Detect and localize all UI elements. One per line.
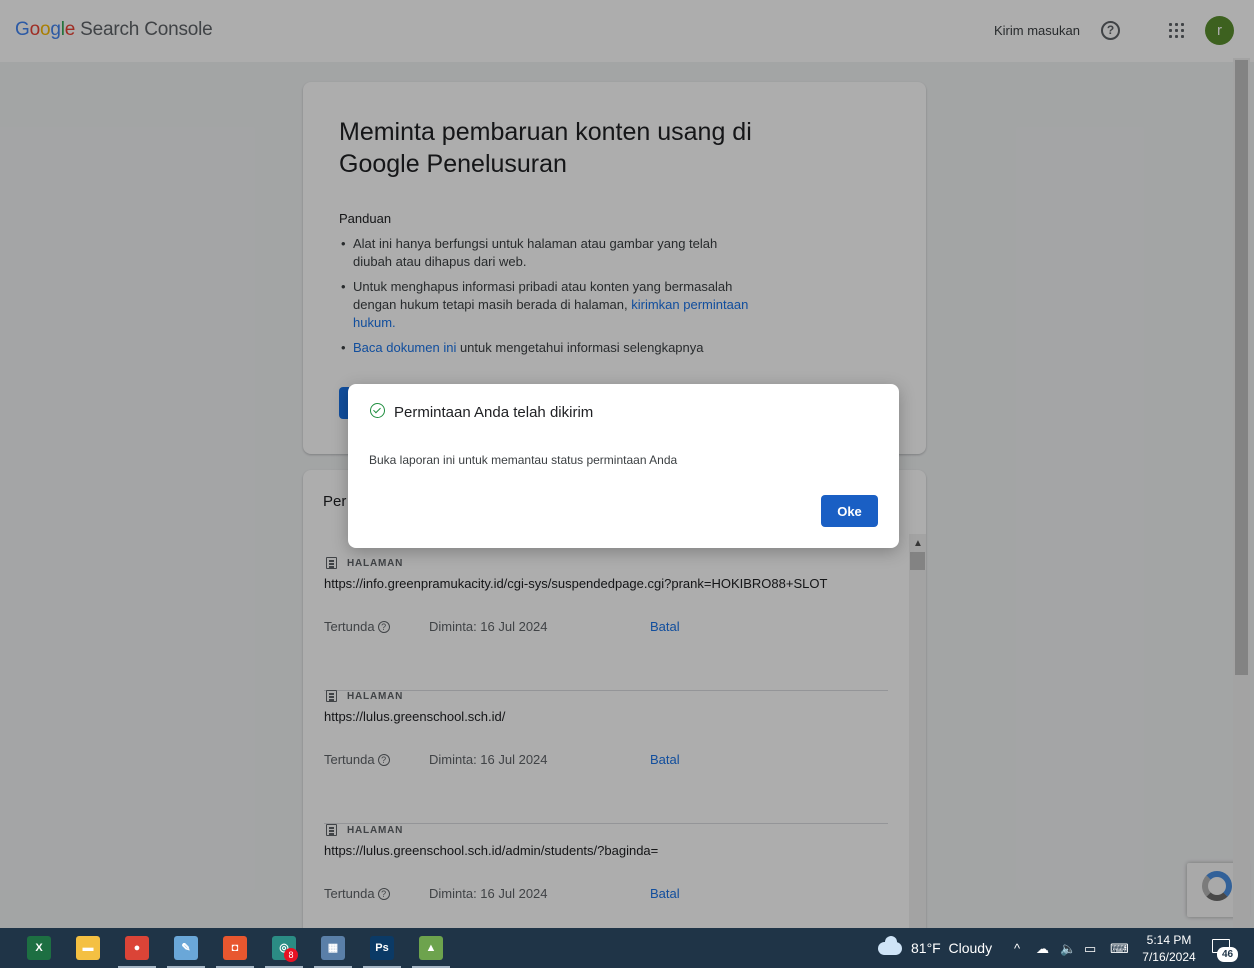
notification-count: 46: [1217, 947, 1238, 962]
check-circle-icon: [370, 403, 385, 418]
excel-icon[interactable]: X: [27, 936, 51, 960]
cloud-sync-icon[interactable]: ☁: [1036, 941, 1049, 957]
weather-widget[interactable]: 81°F Cloudy: [878, 935, 993, 956]
volume-icon[interactable]: 🔈: [1060, 941, 1076, 957]
clock-date: 7/16/2024: [1142, 950, 1196, 964]
dialog-title: Permintaan Anda telah dikirim: [394, 404, 594, 421]
chevron-up-icon[interactable]: ^: [1014, 941, 1020, 956]
weather-temp: 81°F: [911, 940, 941, 956]
ok-button[interactable]: Oke: [821, 495, 878, 527]
calculator-icon[interactable]: ▦: [321, 936, 345, 960]
photoshop-icon[interactable]: Ps: [370, 936, 394, 960]
network-icon[interactable]: ▭: [1084, 941, 1096, 957]
chat-icon[interactable]: ◘: [223, 936, 247, 960]
chart-app-icon[interactable]: ▲: [419, 936, 443, 960]
success-dialog: Permintaan Anda telah dikirim Buka lapor…: [348, 384, 899, 548]
system-clock[interactable]: 5:14 PM 7/16/2024: [1140, 932, 1198, 966]
clock-time: 5:14 PM: [1146, 933, 1192, 947]
dialog-body: Buka laporan ini untuk memantau status p…: [369, 453, 678, 467]
keyboard-icon[interactable]: ⌨: [1110, 941, 1129, 957]
notification-badge: 8: [284, 948, 298, 962]
chrome-icon[interactable]: ●: [125, 936, 149, 960]
weather-text: Cloudy: [948, 940, 993, 956]
cloud-icon: [878, 935, 902, 955]
notepad-icon[interactable]: ✎: [174, 936, 198, 960]
file-explorer-icon[interactable]: ▬: [76, 936, 100, 960]
